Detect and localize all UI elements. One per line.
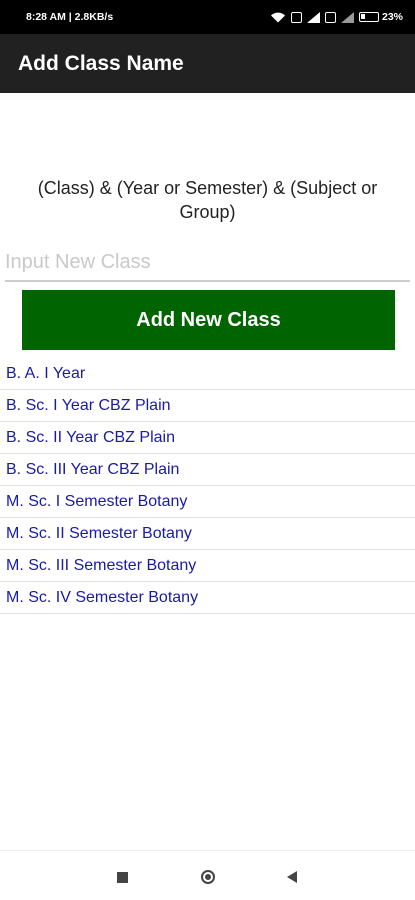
battery-indicator: 23% bbox=[358, 11, 403, 23]
status-time-speed: 8:28 AM | 2.8KB/s bbox=[26, 11, 114, 23]
home-button[interactable] bbox=[198, 867, 218, 887]
class-list: B. A. I Year B. Sc. I Year CBZ Plain B. … bbox=[0, 358, 415, 614]
app-bar: Add Class Name bbox=[0, 34, 415, 93]
volte-icon bbox=[290, 11, 302, 23]
class-list-item[interactable]: M. Sc. III Semester Botany bbox=[0, 550, 415, 582]
back-triangle-icon bbox=[287, 871, 297, 883]
add-new-class-button[interactable]: Add New Class bbox=[22, 290, 395, 350]
wifi-icon bbox=[270, 12, 285, 22]
class-list-item[interactable]: B. Sc. II Year CBZ Plain bbox=[0, 422, 415, 454]
class-list-item[interactable]: M. Sc. II Semester Botany bbox=[0, 518, 415, 550]
battery-percent: 23% bbox=[381, 11, 403, 23]
class-list-item[interactable]: M. Sc. IV Semester Botany bbox=[0, 582, 415, 614]
recents-square-icon bbox=[116, 871, 128, 883]
signal-icon bbox=[340, 11, 354, 23]
instructions-text: (Class) & (Year or Semester) & (Subject … bbox=[37, 178, 378, 222]
status-icons: 23% bbox=[270, 11, 403, 23]
class-list-item[interactable]: M. Sc. I Semester Botany bbox=[0, 486, 415, 518]
class-list-item[interactable]: B. A. I Year bbox=[0, 358, 415, 390]
recents-button[interactable] bbox=[112, 867, 132, 887]
class-list-item[interactable]: B. Sc. I Year CBZ Plain bbox=[0, 390, 415, 422]
back-button[interactable] bbox=[282, 867, 302, 887]
status-bar: 8:28 AM | 2.8KB/s 23% bbox=[0, 0, 415, 34]
signal-icon bbox=[306, 11, 320, 23]
battery-icon bbox=[358, 12, 379, 22]
new-class-input[interactable] bbox=[5, 244, 410, 282]
volte-icon bbox=[324, 11, 336, 23]
home-circle-icon bbox=[201, 870, 215, 884]
app-title: Add Class Name bbox=[18, 51, 184, 75]
navigation-bar bbox=[0, 850, 415, 900]
class-list-item[interactable]: B. Sc. III Year CBZ Plain bbox=[0, 454, 415, 486]
